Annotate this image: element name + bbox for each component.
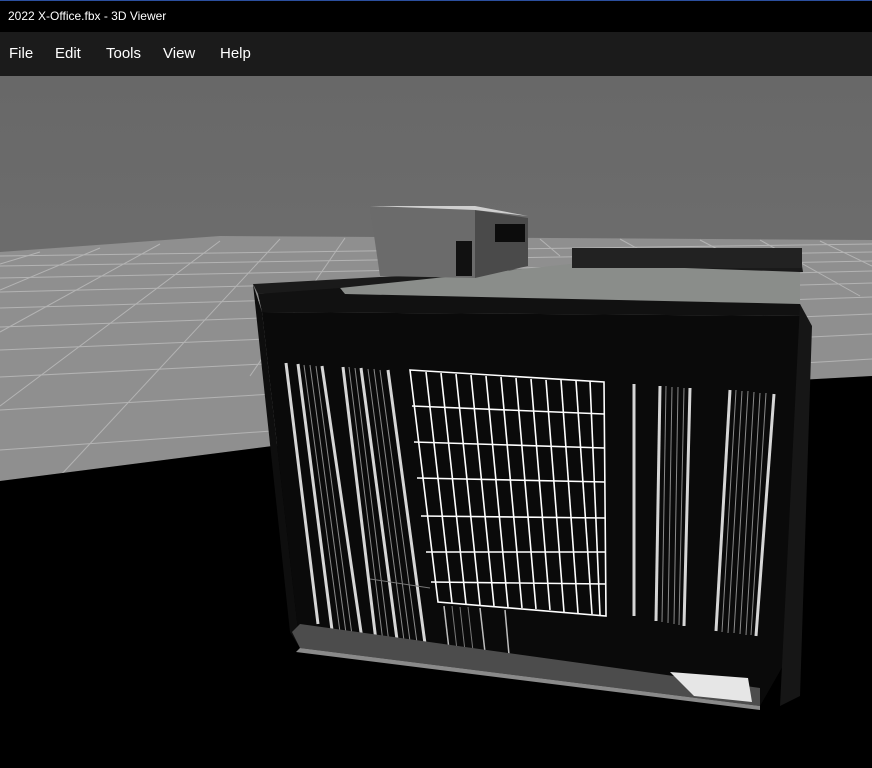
menu-file[interactable]: File — [0, 32, 42, 76]
3d-viewport[interactable] — [0, 76, 872, 768]
title-bar: 2022 X-Office.fbx - 3D Viewer — [0, 0, 872, 32]
menu-help[interactable]: Help — [211, 32, 260, 76]
window-title: 2022 X-Office.fbx - 3D Viewer — [8, 9, 167, 23]
office-building-model — [253, 206, 812, 710]
menu-tools[interactable]: Tools — [97, 32, 150, 76]
menu-edit[interactable]: Edit — [46, 32, 90, 76]
menu-bar: File Edit Tools View Help — [0, 32, 872, 76]
menu-view[interactable]: View — [154, 32, 204, 76]
